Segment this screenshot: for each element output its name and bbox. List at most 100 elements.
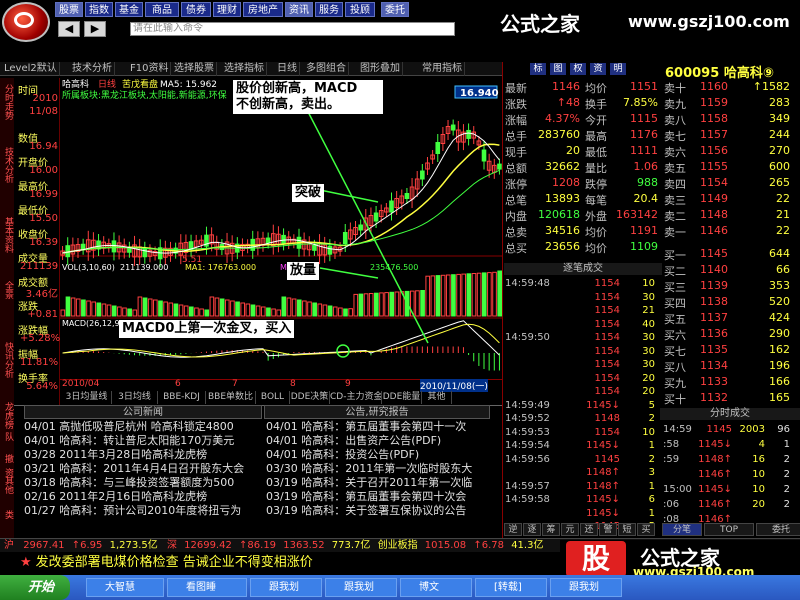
indicator-tab[interactable]: BBE-KDJ xyxy=(158,391,206,404)
indicator-tab[interactable]: 其他 xyxy=(422,391,452,404)
taskbar-window-button[interactable]: 跟我划 xyxy=(325,578,397,597)
ask-price[interactable]: 1158 xyxy=(692,112,728,125)
toolbar-daily[interactable]: 日线 xyxy=(275,62,300,76)
toolbar-f10[interactable]: F10资料 xyxy=(128,62,172,76)
ask-price[interactable]: 1154 xyxy=(692,176,728,189)
tab-other[interactable]: 其他 xyxy=(1,474,13,496)
toolbar-select-indicator[interactable]: 选择指标 xyxy=(222,62,267,76)
news-item[interactable]: 01/27 哈高科：预计公司2010年度将扭亏为 xyxy=(24,504,262,518)
toolbar-tech-analysis[interactable]: 技术分析 xyxy=(70,62,115,76)
ask-price[interactable]: 1156 xyxy=(692,144,728,157)
tab-dragon-tiger[interactable]: 龙虎榜 xyxy=(1,400,13,430)
announcement-item[interactable]: 03/30 哈高科：2011年第一次临时股东大 xyxy=(266,462,498,476)
bid-price[interactable]: 1137 xyxy=(692,311,728,324)
indicator-tab[interactable]: DDE决策 xyxy=(290,391,330,404)
bid-price[interactable]: 1135 xyxy=(692,343,728,356)
quote-bottom-tab[interactable]: 买 xyxy=(637,523,655,536)
quote-bottom-tab[interactable]: 警 xyxy=(599,523,617,536)
back-button[interactable]: ◀ xyxy=(58,21,80,37)
announcement-item[interactable]: 04/01 哈高科：出售资产公告(PDF) xyxy=(266,434,498,448)
announcement-title[interactable]: 公告,研究报告 xyxy=(264,405,490,419)
toolbar-common-indicators[interactable]: 常用指标 xyxy=(420,62,465,76)
announcement-item[interactable]: 03/19 哈高科：关于签署互保协议的公告 xyxy=(266,504,498,518)
quote-tab[interactable]: 权 xyxy=(570,63,586,75)
bid-price[interactable]: 1134 xyxy=(692,359,728,372)
announcement-item[interactable]: 03/19 哈高科：关于召开2011年第一次临 xyxy=(266,476,498,490)
toolbar-select-stock[interactable]: 选择股票 xyxy=(172,62,217,76)
news-item[interactable]: 03/21 哈高科：2011年4月4日召开股东大会 xyxy=(24,462,262,476)
menu-fund[interactable]: 基金 xyxy=(115,2,143,17)
quote-tab[interactable]: 明 xyxy=(610,63,626,75)
quote-bottom-tab[interactable]: 逐 xyxy=(523,523,541,536)
ticks-title[interactable]: 逐笔成交 xyxy=(504,263,662,275)
company-news-title[interactable]: 公司新闻 xyxy=(24,405,262,419)
tab-minute-chart[interactable]: 分时走势 xyxy=(1,82,13,122)
taskbar-window-button[interactable]: 大智慧 xyxy=(86,578,164,597)
tab-queue[interactable]: 队 xyxy=(1,430,13,442)
taskbar-window-button[interactable]: 博文 xyxy=(400,578,472,597)
quote-tab[interactable]: 图 xyxy=(550,63,566,75)
news-item[interactable]: 03/18 哈高科：与三峰投资签署额度为500 xyxy=(24,476,262,490)
taskbar-window-button[interactable]: [转载] xyxy=(475,578,547,597)
bid-price[interactable]: 1133 xyxy=(692,375,728,388)
quote-bottom-tab[interactable]: 逆 xyxy=(504,523,522,536)
quote-tab[interactable]: 资 xyxy=(590,63,606,75)
tab-overview[interactable]: 全景 xyxy=(1,275,13,305)
taskbar-window-button[interactable]: 跟我划 xyxy=(250,578,322,597)
tab-category[interactable]: 类 xyxy=(1,508,13,520)
trade-view-tab[interactable]: 委托 xyxy=(756,523,800,536)
announcement-item[interactable]: 03/19 哈高科：第五届董事会第四十次会 xyxy=(266,490,498,504)
quote-bottom-tab[interactable]: 短 xyxy=(618,523,636,536)
command-input[interactable]: 请在此输入命令 xyxy=(130,22,455,36)
menu-news[interactable]: 资讯 xyxy=(285,2,313,17)
ask-price[interactable]: 1148 xyxy=(692,208,728,221)
toolbar-overlay[interactable]: 图形叠加 xyxy=(358,62,403,76)
quote-bottom-tab[interactable]: 还 xyxy=(580,523,598,536)
quote-bottom-tab[interactable]: 元 xyxy=(561,523,579,536)
ask-price[interactable]: 1155 xyxy=(692,160,728,173)
trade-view-tab[interactable]: 分笔 xyxy=(662,523,702,536)
trade-view-tab[interactable]: TOP xyxy=(704,523,754,536)
ask-price[interactable]: 1160 xyxy=(692,80,728,93)
menu-stock[interactable]: 股票 xyxy=(55,2,83,17)
bid-price[interactable]: 1132 xyxy=(692,391,728,404)
ask-price[interactable]: 1146 xyxy=(692,224,728,237)
start-button[interactable]: 开始 xyxy=(0,575,70,600)
bid-price[interactable]: 1136 xyxy=(692,327,728,340)
bid-price[interactable]: 1139 xyxy=(692,279,728,292)
indicator-tab[interactable]: 3日均线 xyxy=(112,391,158,404)
tab-basic-info[interactable]: 基本资料 xyxy=(1,210,13,260)
menu-bond[interactable]: 债券 xyxy=(181,2,211,17)
menu-service[interactable]: 服务 xyxy=(315,2,343,17)
menu-trade[interactable]: 委托 xyxy=(381,2,409,17)
menu-index[interactable]: 指数 xyxy=(85,2,113,17)
news-item[interactable]: 04/01 哈高科：转让普尼太阳能170万美元 xyxy=(24,434,262,448)
bid-price[interactable]: 1145 xyxy=(692,247,728,260)
tab-cancel[interactable]: 撤 xyxy=(1,452,13,464)
announcement-item[interactable]: 04/01 哈高科：投资公告(PDF) xyxy=(266,448,498,462)
tab-flash-analysis[interactable]: 快讯分析 xyxy=(1,340,13,380)
ask-price[interactable]: 1159 xyxy=(692,96,728,109)
forward-button[interactable]: ▶ xyxy=(84,21,106,37)
fenshi-title[interactable]: 分时成交 xyxy=(660,408,800,420)
indicator-tab[interactable]: CD-主力资金 xyxy=(330,391,382,404)
taskbar-window-button[interactable]: 跟我划 xyxy=(550,578,622,597)
indicator-tab[interactable]: BOLL xyxy=(256,391,290,404)
bid-price[interactable]: 1140 xyxy=(692,263,728,276)
news-item[interactable]: 03/28 2011年3月28日哈高科龙虎榜 xyxy=(24,448,262,462)
bid-price[interactable]: 1138 xyxy=(692,295,728,308)
menu-wealth[interactable]: 理财 xyxy=(213,2,241,17)
news-ticker[interactable]: ★ 发改委部署电煤价格检查 告诫企业不得变相涨价 xyxy=(0,552,560,574)
menu-commodity[interactable]: 商品 xyxy=(145,2,179,17)
menu-realestate[interactable]: 房地产 xyxy=(243,2,283,17)
toolbar-level2[interactable]: Level2默认 xyxy=(2,62,60,76)
news-item[interactable]: 02/16 2011年2月16日哈高科龙虎榜 xyxy=(24,490,262,504)
indicator-tab[interactable]: BBE单数比 xyxy=(206,391,256,404)
taskbar-window-button[interactable]: 看图睡 xyxy=(167,578,247,597)
quote-tab[interactable]: 标 xyxy=(530,63,546,75)
indicator-tab[interactable]: DDE能量 xyxy=(382,391,422,404)
menu-advisor[interactable]: 投顾 xyxy=(345,2,375,17)
ask-price[interactable]: 1149 xyxy=(692,192,728,205)
announcement-item[interactable]: 04/01 哈高科：第五届董事会第四十一次 xyxy=(266,420,498,434)
quote-bottom-tab[interactable]: 筹 xyxy=(542,523,560,536)
